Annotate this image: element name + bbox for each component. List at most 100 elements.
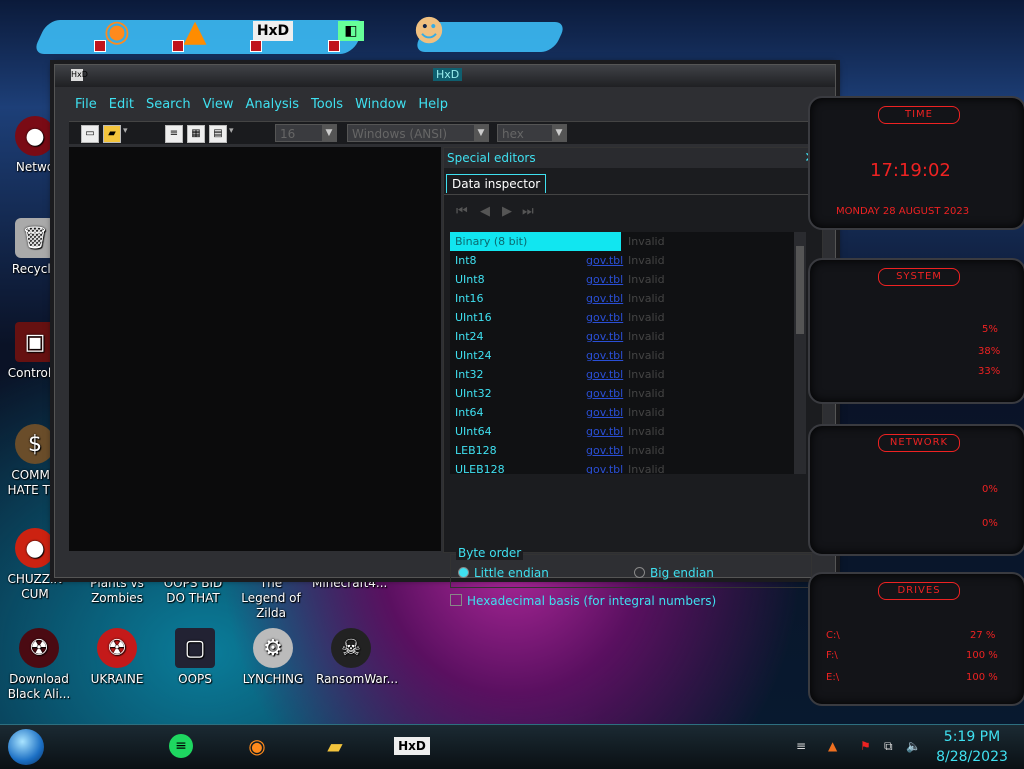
money-bag-icon: $ <box>15 424 55 464</box>
file-explorer-taskbar-icon[interactable]: ▰ <box>318 731 352 761</box>
tray-app-icon[interactable]: ▲ <box>828 739 837 753</box>
list-item[interactable]: LEB128 gov.tbl Invalid <box>450 441 806 460</box>
gadget-date: MONDAY 28 AUGUST 2023 <box>836 206 970 217</box>
toolbar: ▭ ▰ ▾ ≡ ▦ ▤ ▾ 16 ▼ Windows (ANSI) ▼ hex ▼ <box>69 121 819 144</box>
doctor-desktop-icon[interactable]: ☻ <box>404 6 454 56</box>
network-down-value: 0% <box>982 518 998 529</box>
tray-expand-icon[interactable]: ≡ <box>796 739 806 753</box>
goto-link[interactable]: gov.tbl <box>586 327 623 346</box>
list-scrollbar[interactable] <box>794 232 806 474</box>
list-item[interactable]: UInt64 gov.tbl Invalid <box>450 422 806 441</box>
menu-window[interactable]: Window <box>349 95 412 117</box>
list-item[interactable]: Int32 gov.tbl Invalid <box>450 365 806 384</box>
goto-link[interactable]: gov.tbl <box>586 251 623 270</box>
dropdown-arrow-icon[interactable]: ▾ <box>123 126 128 136</box>
menu-file[interactable]: File <box>69 95 103 117</box>
hxd-desktop-icon[interactable]: HxD <box>248 6 298 56</box>
network-tray-icon[interactable]: ⧉ <box>884 739 893 754</box>
goto-link[interactable]: gov.tbl <box>586 403 623 422</box>
title-bar[interactable]: HxD HxD <box>55 65 835 87</box>
menu-bar: File Edit Search View Analysis Tools Win… <box>69 95 454 117</box>
menu-help[interactable]: Help <box>412 95 454 117</box>
game-desktop-icon[interactable]: ◧ <box>326 6 376 56</box>
list-item[interactable]: Int8 gov.tbl Invalid <box>450 251 806 270</box>
cpu-value: 5% <box>982 324 998 335</box>
goto-link[interactable]: gov.tbl <box>586 460 623 474</box>
firefox-desktop-icon[interactable]: ◉ <box>92 6 142 56</box>
network-gadget: NETWORK 0% 0% <box>808 424 1024 556</box>
taskbar-clock[interactable]: 5:19 PM 8/28/2023 <box>928 727 1016 767</box>
spotify-taskbar-icon[interactable]: ≡ <box>164 731 198 761</box>
alien-icon: ☢ <box>19 628 59 668</box>
list-item[interactable]: Int64 gov.tbl Invalid <box>450 403 806 422</box>
menu-analysis[interactable]: Analysis <box>239 95 305 117</box>
start-button[interactable] <box>8 729 44 765</box>
list-item[interactable]: UInt32 gov.tbl Invalid <box>450 384 806 403</box>
drive-f-value: 100 % <box>966 650 998 661</box>
prev-icon[interactable]: ◀ <box>480 204 490 219</box>
goto-link[interactable]: gov.tbl <box>586 365 623 384</box>
list-item[interactable]: Int24 gov.tbl Invalid <box>450 327 806 346</box>
goto-link[interactable]: gov.tbl <box>586 270 623 289</box>
taskbar: ≡ ◉ ▰ HxD ≡ ▲ ⚑ ⧉ 🔈 5:19 PM 8/28/2023 <box>0 724 1024 769</box>
goto-link[interactable]: gov.tbl <box>586 308 623 327</box>
radiation-icon: ☢ <box>97 628 137 668</box>
list-item[interactable]: Int16 gov.tbl Invalid <box>450 289 806 308</box>
drive-e-label: E:\ <box>826 672 840 683</box>
hex-basis-checkbox[interactable]: Hexadecimal basis (for integral numbers) <box>450 594 716 608</box>
menu-search[interactable]: Search <box>140 95 197 117</box>
firefox-taskbar-icon[interactable]: ◉ <box>240 731 274 761</box>
new-file-icon[interactable]: ▭ <box>81 125 99 143</box>
list-item[interactable]: UInt8 gov.tbl Invalid <box>450 270 806 289</box>
lynching-icon: ⚙ <box>253 628 293 668</box>
goto-link[interactable]: gov.tbl <box>586 441 623 460</box>
charset-select[interactable]: Windows (ANSI) ▼ <box>347 124 489 142</box>
editor-area[interactable] <box>69 147 441 551</box>
skull-icon: ☠ <box>331 628 371 668</box>
desktop-icon-ukraine[interactable]: ☢ UKRAINE <box>82 628 152 687</box>
desktop-icon-zilda[interactable]: The Legend of Zilda <box>236 576 306 621</box>
bytes-per-row-select[interactable]: 16 ▼ <box>275 124 337 142</box>
desktop-icon-oops-bid[interactable]: OOPS BID DO THAT <box>158 576 228 606</box>
menu-tools[interactable]: Tools <box>305 95 349 117</box>
offset-base-select[interactable]: hex ▼ <box>497 124 567 142</box>
goto-link[interactable]: gov.tbl <box>586 289 623 308</box>
last-icon[interactable]: ⏭ <box>522 204 534 219</box>
flag-icon[interactable]: ⚑ <box>860 739 871 753</box>
desktop-icon-oops[interactable]: ▢ OOPS <box>160 628 230 687</box>
volume-icon[interactable]: 🔈 <box>906 739 921 753</box>
drives-gadget: DRIVES C:\ 27 % F:\ 100 % E:\ 100 % <box>808 572 1024 706</box>
open-disk-icon[interactable]: ≡ <box>165 125 183 143</box>
menu-edit[interactable]: Edit <box>103 95 140 117</box>
goto-link[interactable]: gov.tbl <box>586 384 623 403</box>
desktop-icon-download-alien[interactable]: ☢ Download Black Ali... <box>4 628 74 702</box>
hxd-taskbar-icon[interactable]: HxD <box>390 731 434 761</box>
drive-e-value: 100 % <box>966 672 998 683</box>
goto-link[interactable]: gov.tbl <box>586 422 623 441</box>
list-item[interactable]: UInt24 gov.tbl Invalid <box>450 346 806 365</box>
vlc-desktop-icon[interactable]: ▲ <box>170 6 220 56</box>
next-icon[interactable]: ▶ <box>502 204 512 219</box>
desktop-icon-plants[interactable]: Plants vs Zombies <box>82 576 152 606</box>
big-endian-radio[interactable]: Big endian <box>634 566 714 580</box>
hxd-window[interactable]: HxD HxD File Edit Search View Analysis T… <box>54 64 836 608</box>
first-icon[interactable]: ⏮ <box>456 204 468 219</box>
open-folder-icon[interactable]: ▰ <box>103 125 121 143</box>
little-endian-radio[interactable]: Little endian <box>458 566 549 580</box>
hxd-app-icon[interactable]: HxD <box>71 69 88 81</box>
desktop-icon-minecraft[interactable]: Minecraft4... <box>312 576 387 591</box>
tab-data-inspector[interactable]: Data inspector <box>446 174 547 193</box>
desktop-icon-lynching[interactable]: ⚙ LYNCHING <box>238 628 308 687</box>
save-icon[interactable]: ▤ <box>209 125 227 143</box>
desktop-icon-ransomware[interactable]: ☠ RansomWar... <box>316 628 398 687</box>
recycle-bin-icon: 🗑 <box>15 218 55 258</box>
list-item[interactable]: Binary (8 bit) Invalid <box>450 232 806 251</box>
dropdown-arrow-icon[interactable]: ▾ <box>229 126 234 136</box>
list-item[interactable]: UInt16 gov.tbl Invalid <box>450 308 806 327</box>
data-inspector-list[interactable]: Binary (8 bit) Invalid Int8 gov.tbl Invalid… <box>450 232 806 474</box>
menu-view[interactable]: View <box>197 95 240 117</box>
scrollbar-thumb[interactable] <box>796 246 804 334</box>
open-ram-icon[interactable]: ▦ <box>187 125 205 143</box>
goto-link[interactable]: gov.tbl <box>586 346 623 365</box>
list-item[interactable]: ULEB128 gov.tbl Invalid <box>450 460 806 474</box>
